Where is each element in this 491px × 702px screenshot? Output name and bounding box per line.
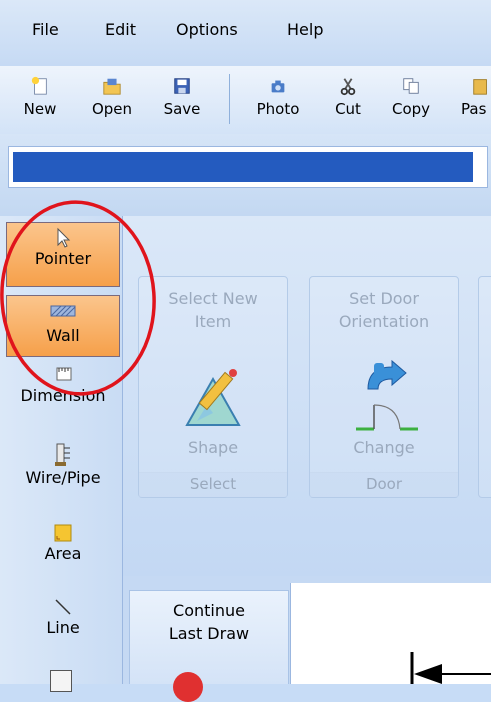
open-label: Open <box>91 100 133 118</box>
ribbon-group-door: Set Door Orientation Change Door <box>309 276 459 498</box>
tool-wire-pipe-label: Wire/Pipe <box>25 468 101 487</box>
set-door-orientation-button[interactable]: Set Door Orientation <box>310 287 458 333</box>
dimension-arrow-icon <box>410 652 491 684</box>
menu-help[interactable]: Help <box>287 20 323 39</box>
save-disk-icon <box>174 78 190 94</box>
shape-button[interactable]: Shape <box>139 438 287 457</box>
wire-pipe-icon <box>55 443 70 466</box>
toolbar-separator <box>229 74 230 124</box>
door-title-line2: Orientation <box>338 312 430 331</box>
menu-bar <box>0 0 491 66</box>
tool-wire-pipe[interactable]: Wire/Pipe <box>6 442 120 506</box>
cut-label: Cut <box>335 100 361 118</box>
save-button[interactable]: Save <box>156 70 208 130</box>
menu-edit[interactable]: Edit <box>105 20 136 39</box>
paste-label: Pas <box>461 100 487 118</box>
area-icon <box>54 524 72 542</box>
tool-line-label: Line <box>46 618 80 637</box>
ribbon-group-partial <box>478 276 491 498</box>
photo-button[interactable]: Photo <box>250 70 306 130</box>
tool-area-label: Area <box>44 544 82 563</box>
cut-button[interactable]: Cut <box>330 70 366 130</box>
copy-icon <box>403 78 419 94</box>
copy-button[interactable]: Copy <box>388 70 434 130</box>
select-group-label: Select <box>139 472 287 497</box>
rectangle-tool-icon[interactable] <box>50 670 72 692</box>
continue-line1: Continue <box>173 601 245 620</box>
new-file-icon <box>31 76 47 95</box>
door-group-label: Door <box>310 472 458 497</box>
continue-line2: Last Draw <box>168 624 250 643</box>
continue-draw-icon <box>173 672 203 702</box>
shape-pencil-icon <box>185 369 241 426</box>
menu-file[interactable]: File <box>32 20 59 39</box>
save-label: Save <box>163 100 201 118</box>
address-field-fill <box>13 152 473 182</box>
folder-icon <box>103 78 121 95</box>
change-button[interactable]: Change <box>310 438 458 457</box>
line-icon <box>55 599 71 615</box>
photo-label: Photo <box>256 100 300 118</box>
tool-area[interactable]: Area <box>6 522 120 582</box>
door-title-line1: Set Door <box>349 289 419 308</box>
menu-options[interactable]: Options <box>176 20 238 39</box>
copy-label: Copy <box>391 100 431 118</box>
paste-icon <box>473 79 487 95</box>
camera-icon <box>271 80 285 93</box>
door-change-icon <box>356 359 418 431</box>
tool-line[interactable]: Line <box>6 596 120 656</box>
scissors-icon <box>340 78 356 96</box>
continue-last-draw-button[interactable]: Continue Last Draw <box>129 590 289 684</box>
annotation-ellipse <box>0 200 156 396</box>
new-button[interactable]: New <box>16 70 64 130</box>
paste-button[interactable]: Pas <box>456 70 491 130</box>
open-button[interactable]: Open <box>84 70 140 130</box>
new-label: New <box>23 100 57 118</box>
